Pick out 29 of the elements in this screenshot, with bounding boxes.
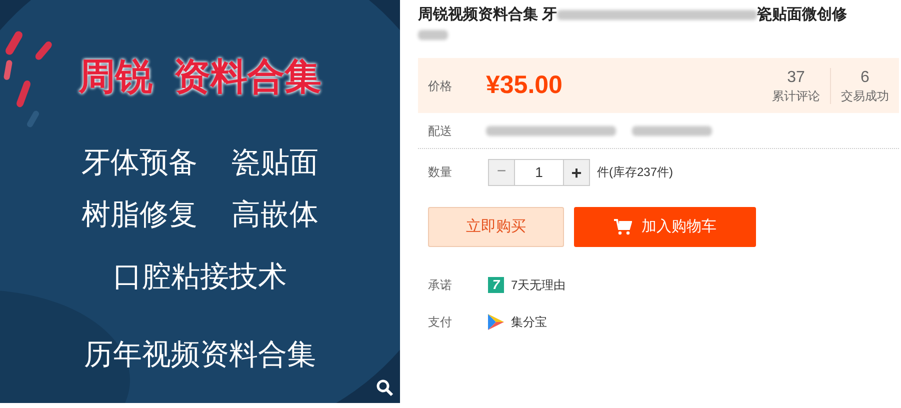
service-text: 集分宝 [511, 314, 547, 331]
image-text: 高嵌体 [232, 198, 318, 233]
delivery-label: 配送 [428, 122, 453, 140]
image-headline: 周锐 资料合集 [78, 58, 322, 95]
image-text: 牙体预备 [82, 146, 198, 181]
image-text: 口腔粘接技术 [113, 260, 287, 295]
image-text: 瓷贴面 [232, 146, 318, 181]
stat-label: 交易成功 [841, 88, 889, 104]
image-text: 树脂修复 [82, 198, 198, 233]
stat-label: 累计评论 [772, 88, 820, 104]
price-value: ¥35.00 [486, 70, 564, 101]
search-icon[interactable] [376, 379, 394, 397]
stat-value: 37 [787, 68, 805, 88]
cart-icon [614, 219, 632, 235]
service-label: 承诺 [428, 277, 453, 294]
add-to-cart-button[interactable]: 加入购物车 [574, 207, 756, 247]
quantity-label: 数量 [428, 164, 453, 181]
colorful-play-icon [488, 314, 504, 330]
image-footer: 历年视频资料合集 [84, 335, 316, 375]
product-title: 周锐视频资料合集 牙 瓷贴面微创修 [418, 0, 899, 58]
increase-button[interactable]: + [563, 158, 590, 186]
buy-now-button[interactable]: 立即购买 [428, 207, 564, 247]
blurred-text [418, 30, 448, 40]
service-text: 7天无理由 [511, 277, 566, 294]
service-label: 支付 [428, 314, 453, 331]
price-label: 价格 [428, 78, 453, 94]
stat-value: 6 [860, 68, 870, 88]
stock-text: 件(库存237件) [597, 164, 674, 181]
seven-days-badge: 7 [488, 277, 504, 293]
